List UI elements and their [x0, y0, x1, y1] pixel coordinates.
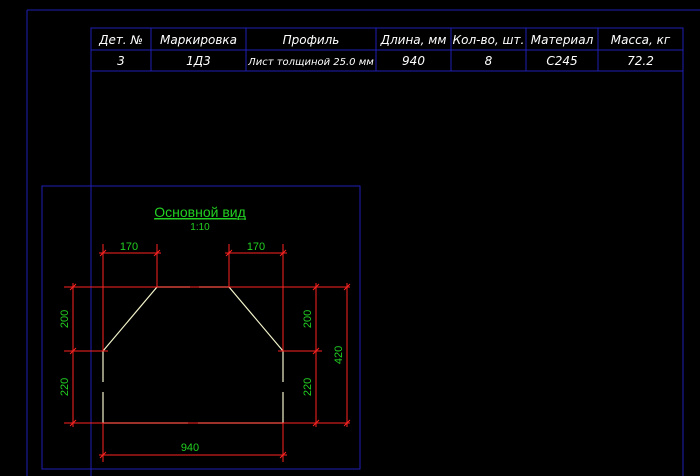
dim-right-upper: 200: [302, 310, 314, 328]
cell-det-no: 3: [117, 54, 125, 68]
cell-profile: Лист толщиной 25.0 мм: [247, 57, 374, 68]
view-title: Основной вид: [154, 204, 246, 220]
header-material: Материал: [531, 33, 594, 47]
dimension-lines: [64, 244, 351, 462]
cell-quantity: 8: [485, 54, 493, 68]
cell-length: 940: [402, 54, 425, 68]
header-quantity: Кол-во, шт.: [453, 33, 525, 47]
dim-top-left: 170: [120, 241, 138, 253]
view-scale: 1:10: [190, 222, 210, 233]
dim-left-upper: 200: [59, 310, 71, 328]
dim-overall-width: 940: [181, 442, 199, 454]
dim-right-lower: 220: [302, 378, 314, 396]
cell-material: С245: [546, 54, 577, 68]
cell-mass: 72.2: [627, 54, 654, 68]
header-length: Длина, мм: [380, 33, 447, 47]
drawing-canvas: Дет. № Маркировка Профиль Длина, мм Кол-…: [26, 9, 700, 476]
dim-left-lower: 220: [59, 378, 71, 396]
sheet-frame: [90, 71, 684, 476]
header-det-no: Дет. №: [98, 33, 143, 47]
header-profile: Профиль: [283, 33, 340, 47]
dim-overall-height: 420: [333, 346, 345, 364]
dim-top-right: 170: [247, 241, 265, 253]
spec-table: Дет. № Маркировка Профиль Длина, мм Кол-…: [90, 27, 684, 72]
part-outline: [102, 286, 284, 424]
header-marking: Маркировка: [160, 33, 237, 47]
header-mass: Масса, кг: [611, 33, 671, 47]
cell-marking: 1Д3: [186, 54, 211, 68]
